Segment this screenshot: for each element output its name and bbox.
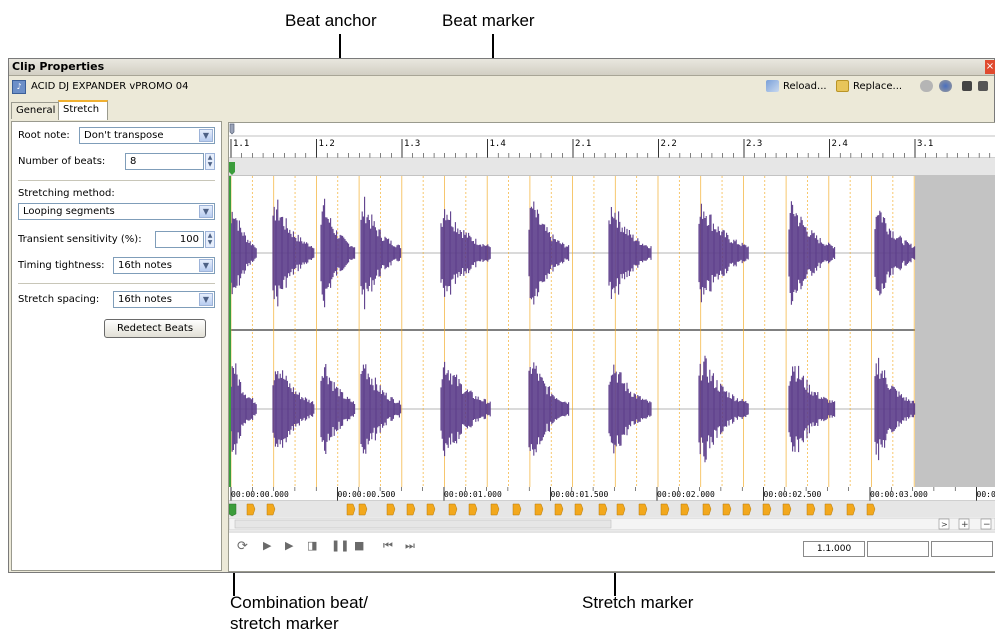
save-button[interactable] (962, 80, 976, 96)
edit-in-editor-button[interactable] (920, 80, 937, 96)
time-ruler-label: 00:00:02.500 (763, 490, 822, 499)
tab-general[interactable]: General (11, 102, 59, 119)
position-readout: 1.1.000 (803, 541, 865, 557)
spacing-dropdown[interactable]: 16th notes ▼ (113, 291, 215, 308)
chevron-down-icon: ▼ (199, 205, 213, 218)
play-from-start-icon[interactable]: ▶ (285, 539, 293, 553)
method-label: Stretching method: (18, 188, 115, 199)
beats-label: Number of beats: (18, 156, 106, 167)
beat-ruler-label: 2.4 (831, 139, 848, 149)
svg-text:+: + (961, 520, 969, 530)
method-dropdown[interactable]: Looping segments ▼ (18, 203, 215, 220)
time-ruler-label: 00:00:01.000 (444, 490, 502, 499)
time-ruler-label: 00:00 (976, 490, 995, 499)
beat-ruler-label: 1.3 (404, 139, 421, 149)
replace-label: Replace... (853, 81, 903, 92)
play-icon[interactable]: ▶ (263, 539, 271, 553)
chevron-down-icon: ▼ (199, 259, 213, 272)
time-ruler-label: 00:00:00.500 (337, 490, 396, 499)
callout-stretch-marker: Stretch marker (582, 593, 694, 612)
beat-ruler-label: 1.1 (233, 139, 250, 149)
beat-ruler-label: 3.1 (917, 139, 934, 149)
svg-text:−: − (983, 520, 991, 530)
close-icon[interactable]: × (985, 60, 995, 74)
time-ruler-label: 00:00:01.500 (550, 490, 609, 499)
tightness-dropdown[interactable]: 16th notes ▼ (113, 257, 215, 274)
reload-label: Reload... (783, 81, 827, 92)
folder-icon (836, 80, 849, 92)
empty-region (915, 176, 995, 487)
tab-stretch[interactable]: Stretch (58, 100, 108, 120)
beat-ruler-label: 2.2 (660, 139, 677, 149)
beat-ruler-label: 1.2 (318, 139, 335, 149)
clip-properties-window: Clip Properties × ♪ ACID DJ EXPANDER vPR… (8, 58, 995, 573)
chevron-down-icon: ▼ (199, 293, 213, 306)
save-as-button[interactable] (978, 80, 992, 96)
title-bar: Clip Properties × (9, 59, 995, 76)
previous-icon[interactable]: ⏮ (383, 539, 393, 553)
chevron-down-icon: ▼ (199, 129, 213, 142)
callout-beat-anchor: Beat anchor (285, 11, 377, 30)
pause-icon[interactable]: ❚❚ (331, 539, 349, 553)
tightness-label: Timing tightness: (18, 260, 105, 271)
transient-label: Transient sensitivity (%): (18, 234, 142, 245)
method-value: Looping segments (23, 206, 115, 217)
time-ruler-label: 00:00:02.000 (657, 490, 715, 499)
audio-clip-icon: ♪ (12, 80, 26, 94)
preview-icon[interactable]: ◨ (307, 539, 317, 553)
beat-anchor-handle[interactable] (229, 123, 235, 135)
divider (18, 283, 215, 284)
stretch-settings-panel: Root note: Don't transpose ▼ Number of b… (11, 121, 222, 571)
beat-ruler-label: 2.1 (575, 139, 592, 149)
beat-ruler-label: 2.3 (746, 139, 763, 149)
save-as-icon (978, 81, 988, 91)
tightness-value: 16th notes (118, 260, 172, 271)
loop-icon[interactable]: ⟳ (237, 539, 248, 554)
beats-stepper[interactable]: ▲ ▼ (205, 153, 215, 170)
svg-text:>: > (941, 520, 948, 529)
replace-button[interactable]: Replace... (836, 80, 902, 96)
extra-readout (931, 541, 993, 557)
clip-header: ♪ ACID DJ EXPANDER vPROMO 04 Reload... R… (9, 76, 994, 98)
beats-input[interactable]: 8 (125, 153, 204, 170)
callout-combination-marker: Combination beat/ (230, 593, 368, 612)
properties-icon (939, 80, 952, 92)
spacing-value: 16th notes (118, 294, 172, 305)
properties-button[interactable] (939, 80, 956, 96)
reload-button[interactable]: Reload... (766, 80, 827, 96)
window-title: Clip Properties (12, 60, 105, 73)
root-note-label: Root note: (18, 130, 70, 141)
reload-icon (766, 80, 779, 92)
length-readout (867, 541, 929, 557)
waveform-editor: > + − ⟳ ▶ ▶ ◨ ❚❚ ■ ⏮ ⏭ 1.1.000 1.1 1.2 1.3… (228, 122, 995, 572)
clip-name: ACID DJ EXPANDER vPROMO 04 (31, 81, 189, 92)
transient-input[interactable]: 100 (155, 231, 204, 248)
callout-beat-marker: Beat marker (442, 11, 535, 30)
callout-combination-marker-2: stretch marker (230, 614, 339, 633)
editor-canvas: > + − (229, 123, 995, 533)
editor-icon (920, 80, 933, 92)
root-note-dropdown[interactable]: Don't transpose ▼ (79, 127, 215, 144)
transient-stepper[interactable]: ▲ ▼ (205, 231, 215, 248)
redetect-beats-button[interactable]: Redetect Beats (104, 319, 206, 338)
scroll-thumb[interactable] (234, 519, 612, 529)
save-icon (962, 81, 972, 91)
time-ruler-label: 00:00:00.000 (231, 490, 289, 499)
spacing-label: Stretch spacing: (18, 294, 100, 305)
next-icon[interactable]: ⏭ (405, 539, 415, 553)
root-note-value: Don't transpose (84, 130, 164, 141)
beat-ruler-label: 1.4 (489, 139, 506, 149)
divider (18, 180, 215, 181)
stop-icon[interactable]: ■ (354, 539, 364, 553)
time-ruler-label: 00:00:03.000 (870, 490, 928, 499)
